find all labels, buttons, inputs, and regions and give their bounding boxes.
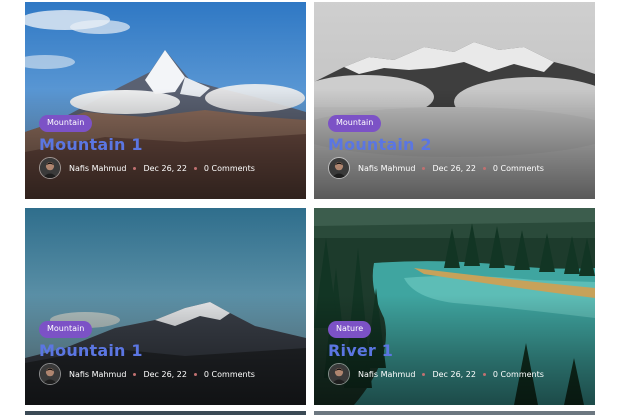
next-card-edge-right (314, 411, 595, 415)
comment-count[interactable]: 0 Comments (493, 370, 544, 379)
post-meta: Nafis Mahmud Dec 26, 22 0 Comments (328, 157, 585, 179)
author-name[interactable]: Nafis Mahmud (69, 164, 126, 173)
author-name[interactable]: Nafis Mahmud (358, 370, 415, 379)
post-card-1[interactable]: Mountain Mountain 1 Nafis Mahmud Dec 26,… (25, 2, 306, 199)
separator-dot (482, 372, 486, 376)
author-name[interactable]: Nafis Mahmud (358, 164, 415, 173)
category-badge[interactable]: Mountain (39, 115, 93, 132)
separator-dot (133, 166, 137, 170)
next-card-edge-left (25, 411, 306, 415)
comment-count[interactable]: 0 Comments (493, 164, 544, 173)
post-card-2[interactable]: Mountain Mountain 2 Nafis Mahmud Dec 26,… (314, 2, 595, 199)
post-meta: Nafis Mahmud Dec 26, 22 0 Comments (39, 363, 296, 385)
separator-dot (193, 166, 197, 170)
author-avatar (39, 363, 61, 385)
post-title[interactable]: Mountain 2 (328, 136, 585, 154)
post-date: Dec 26, 22 (432, 369, 476, 379)
post-meta: Nafis Mahmud Dec 26, 22 0 Comments (328, 363, 585, 385)
post-title[interactable]: Mountain 1 (39, 342, 296, 360)
category-badge[interactable]: Mountain (39, 321, 93, 338)
category-badge[interactable]: Mountain (328, 115, 382, 132)
separator-dot (193, 372, 197, 376)
separator-dot (422, 166, 426, 170)
category-badge[interactable]: Nature (328, 321, 372, 338)
post-content-3: Mountain Mountain 1 Nafis Mahmud Dec 26,… (39, 318, 296, 385)
author-avatar (328, 157, 350, 179)
post-content-1: Mountain Mountain 1 Nafis Mahmud Dec 26,… (39, 112, 296, 179)
comment-count[interactable]: 0 Comments (204, 370, 255, 379)
post-date: Dec 26, 22 (432, 163, 476, 173)
separator-dot (133, 372, 137, 376)
separator-dot (482, 166, 486, 170)
post-meta: Nafis Mahmud Dec 26, 22 0 Comments (39, 157, 296, 179)
post-card-3[interactable]: Mountain Mountain 1 Nafis Mahmud Dec 26,… (25, 208, 306, 405)
author-avatar (39, 157, 61, 179)
post-content-4: Nature River 1 Nafis Mahmud Dec 26, 22 0… (328, 318, 585, 385)
comment-count[interactable]: 0 Comments (204, 164, 255, 173)
post-title[interactable]: River 1 (328, 342, 585, 360)
author-avatar (328, 363, 350, 385)
separator-dot (422, 372, 426, 376)
post-date: Dec 26, 22 (143, 163, 187, 173)
post-date: Dec 26, 22 (143, 369, 187, 379)
post-card-4[interactable]: Nature River 1 Nafis Mahmud Dec 26, 22 0… (314, 208, 595, 405)
post-title[interactable]: Mountain 1 (39, 136, 296, 154)
author-name[interactable]: Nafis Mahmud (69, 370, 126, 379)
post-content-2: Mountain Mountain 2 Nafis Mahmud Dec 26,… (328, 112, 585, 179)
